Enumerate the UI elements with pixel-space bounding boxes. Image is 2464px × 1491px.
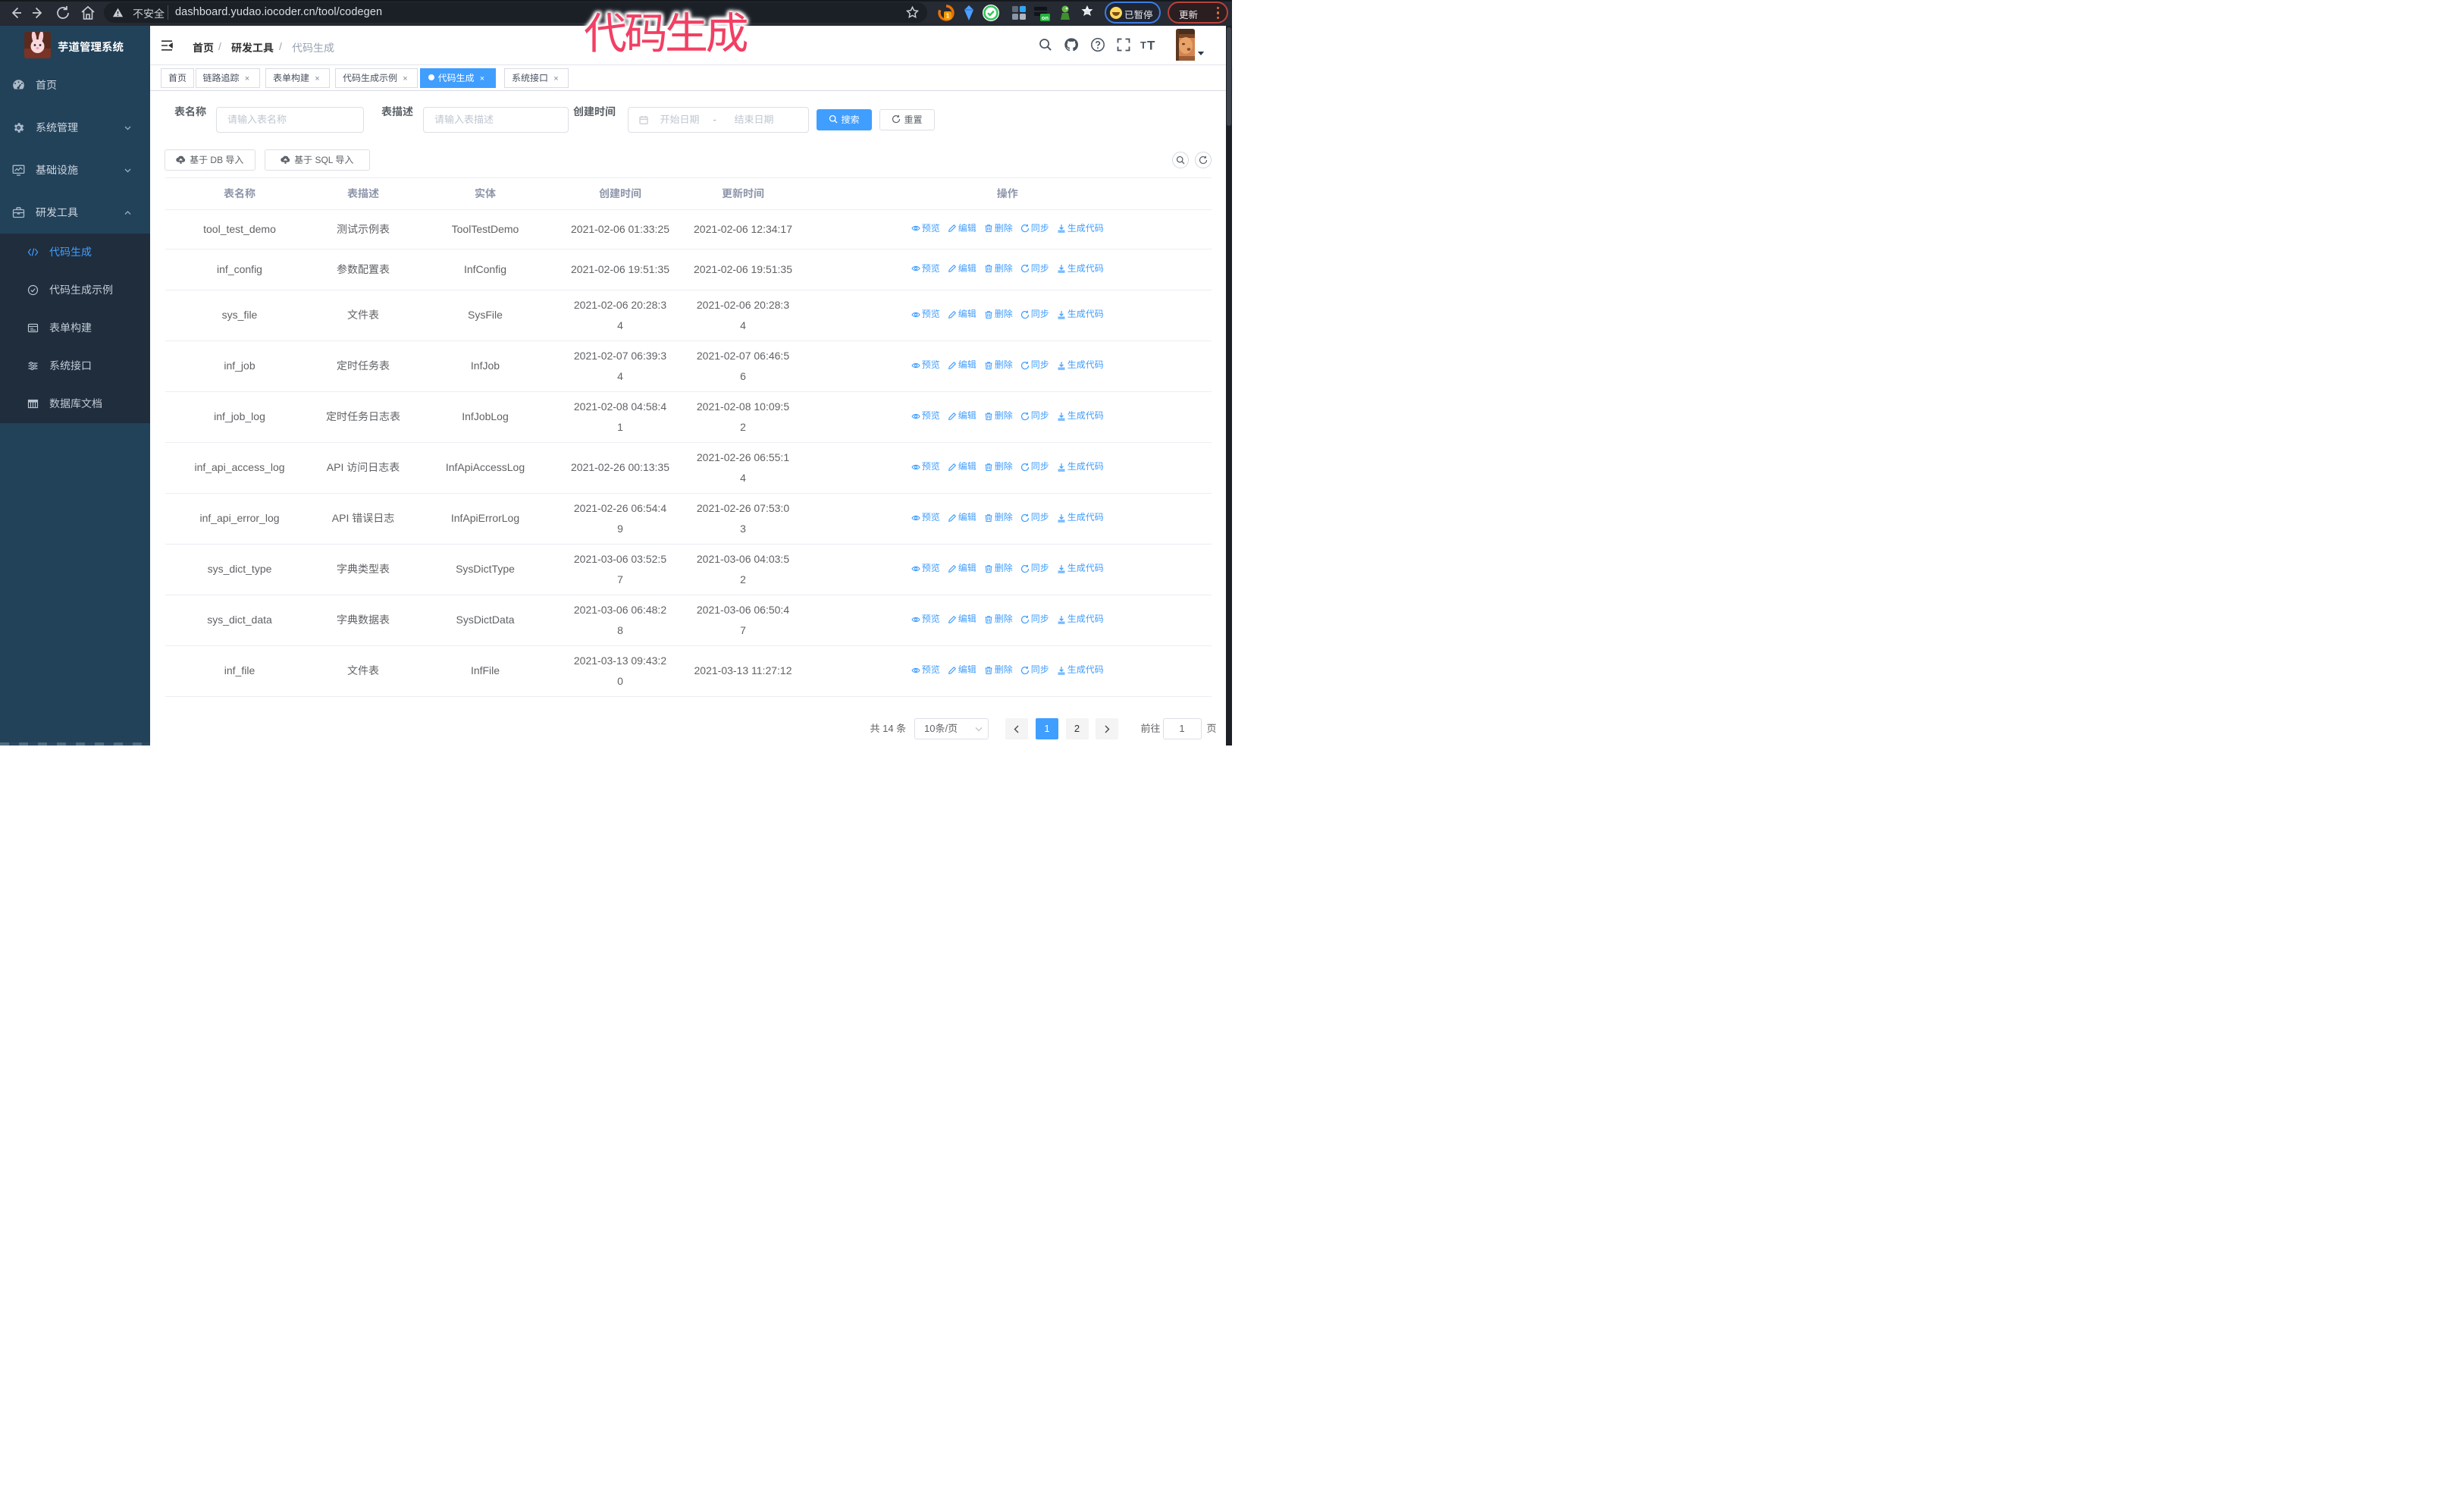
svg-text:T: T [1147,39,1155,52]
svg-text:1: 1 [946,13,950,20]
svg-text:T: T [1140,39,1146,51]
svg-text:on: on [1042,14,1049,21]
